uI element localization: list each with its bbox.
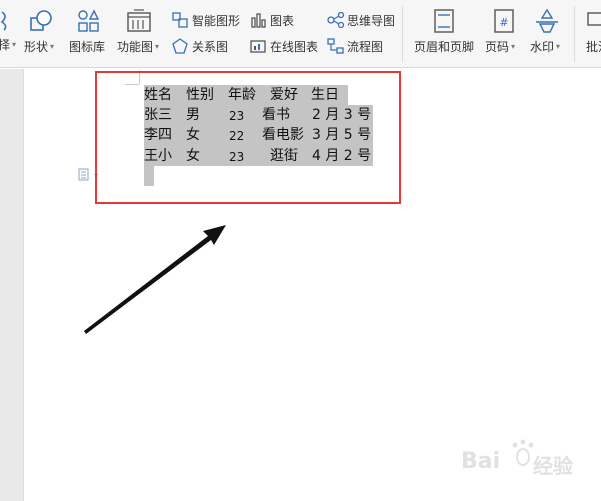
watermark-brand: Bai — [461, 449, 501, 474]
watermark-logo: Bai 经验 — [455, 435, 595, 485]
watermark-suffix: 经验 — [533, 454, 573, 478]
annotation-arrow-icon — [84, 225, 226, 334]
